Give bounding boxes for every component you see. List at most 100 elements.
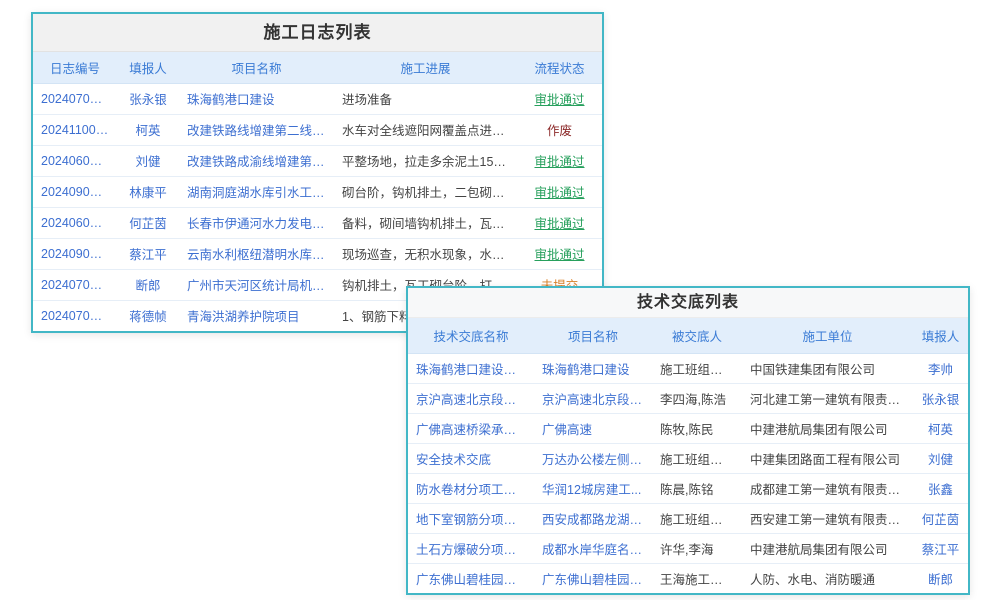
log-reporter-link[interactable]: 断郎 bbox=[117, 269, 179, 300]
disclosure-project-link[interactable]: 京沪高速北京段维修 bbox=[534, 383, 652, 413]
log-progress-text: 平整场地，拉走多余泥土15辆... bbox=[334, 145, 517, 176]
disclosure-reporter-link[interactable]: 柯英 bbox=[913, 413, 968, 443]
log-progress-text: 砌台阶，钩机排土，二包砌间... bbox=[334, 176, 517, 207]
disclosure-unit-text: 中建港航局集团有限公司 bbox=[742, 413, 913, 443]
disclosure-name-link[interactable]: 珠海鹤港口建设抗浮... bbox=[408, 353, 534, 383]
log-project-link[interactable]: 云南水利枢纽潜明水库一... bbox=[179, 238, 334, 269]
disclosure-unit-text: 西安建工第一建筑有限责任公司 bbox=[742, 503, 913, 533]
log-progress-text: 水车对全线遮阳网覆盖点进行... bbox=[334, 114, 517, 145]
disclosure-col-recipient: 被交底人 bbox=[652, 318, 742, 353]
table-row: 2024060005 何芷茵 长春市伊通河水力发电厂... 备料，砌间墙钩机排土… bbox=[33, 207, 602, 238]
log-id-link[interactable]: 2024070011 bbox=[33, 83, 117, 114]
log-status-badge[interactable]: 审批通过 bbox=[517, 145, 602, 176]
table-row: 2024090009 林康平 湖南洞庭湖水库引水工程... 砌台阶，钩机排土，二… bbox=[33, 176, 602, 207]
disclosure-unit-text: 人防、水电、消防暖通 bbox=[742, 563, 913, 593]
log-project-link[interactable]: 改建铁路线增建第二线直... bbox=[179, 114, 334, 145]
log-project-link[interactable]: 改建铁路成渝线增建第二... bbox=[179, 145, 334, 176]
log-progress-text: 现场巡查，无积水现象，水马... bbox=[334, 238, 517, 269]
disclosure-reporter-link[interactable]: 刘健 bbox=[913, 443, 968, 473]
log-project-link[interactable]: 广州市天河区统计局机房... bbox=[179, 269, 334, 300]
log-reporter-link[interactable]: 张永银 bbox=[117, 83, 179, 114]
log-id-link[interactable]: 2024060005 bbox=[33, 207, 117, 238]
disclosure-unit-text: 中建港航局集团有限公司 bbox=[742, 533, 913, 563]
disclosure-name-link[interactable]: 广佛高速桥梁承台施... bbox=[408, 413, 534, 443]
log-col-status: 流程状态 bbox=[517, 52, 602, 83]
log-id-link[interactable]: 2024070009 bbox=[33, 300, 117, 331]
log-id-link[interactable]: 2024070011 bbox=[33, 269, 117, 300]
disclosure-recipient-text: 许华,李海 bbox=[652, 533, 742, 563]
log-id-link[interactable]: 2024110002 bbox=[33, 114, 117, 145]
disclosure-recipient-text: 施工班组带班班... bbox=[652, 443, 742, 473]
disclosure-table-body: 珠海鹤港口建设抗浮... 珠海鹤港口建设 施工班组带班班... 中国铁建集团有限… bbox=[408, 353, 968, 593]
disclosure-unit-text: 中建集团路面工程有限公司 bbox=[742, 443, 913, 473]
disclosure-col-unit: 施工单位 bbox=[742, 318, 913, 353]
log-table-header-row: 日志编号 填报人 项目名称 施工进展 流程状态 bbox=[33, 52, 602, 83]
disclosure-project-link[interactable]: 西安成都路龙湖上... bbox=[534, 503, 652, 533]
log-status-badge[interactable]: 审批通过 bbox=[517, 83, 602, 114]
disclosure-unit-text: 河北建工第一建筑有限责任公司 bbox=[742, 383, 913, 413]
log-reporter-link[interactable]: 蒋德帧 bbox=[117, 300, 179, 331]
log-col-id: 日志编号 bbox=[33, 52, 117, 83]
disclosure-recipient-text: 李四海,陈浩 bbox=[652, 383, 742, 413]
table-row: 安全技术交底 万达办公楼左侧A... 施工班组带班班... 中建集团路面工程有限… bbox=[408, 443, 968, 473]
disclosure-project-link[interactable]: 广东佛山碧桂园项目 bbox=[534, 563, 652, 593]
table-row: 珠海鹤港口建设抗浮... 珠海鹤港口建设 施工班组带班班... 中国铁建集团有限… bbox=[408, 353, 968, 383]
disclosure-recipient-text: 施工班组带班班... bbox=[652, 353, 742, 383]
log-reporter-link[interactable]: 何芷茵 bbox=[117, 207, 179, 238]
log-project-link[interactable]: 珠海鹤港口建设 bbox=[179, 83, 334, 114]
table-row: 2024060006 刘健 改建铁路成渝线增建第二... 平整场地，拉走多余泥土… bbox=[33, 145, 602, 176]
log-id-link[interactable]: 2024090009 bbox=[33, 238, 117, 269]
log-status-badge[interactable]: 审批通过 bbox=[517, 238, 602, 269]
log-project-link[interactable]: 青海洪湖养护院项目 bbox=[179, 300, 334, 331]
log-id-link[interactable]: 2024060006 bbox=[33, 145, 117, 176]
disclosure-name-link[interactable]: 安全技术交底 bbox=[408, 443, 534, 473]
table-row: 土石方爆破分项工程... 成都水岸华庭名苑... 许华,李海 中建港航局集团有限… bbox=[408, 533, 968, 563]
disclosure-reporter-link[interactable]: 断郎 bbox=[913, 563, 968, 593]
table-row: 2024110002 柯英 改建铁路线增建第二线直... 水车对全线遮阳网覆盖点… bbox=[33, 114, 602, 145]
log-reporter-link[interactable]: 刘健 bbox=[117, 145, 179, 176]
log-col-project: 项目名称 bbox=[179, 52, 334, 83]
disclosure-unit-text: 中国铁建集团有限公司 bbox=[742, 353, 913, 383]
table-row: 防水卷材分项工程施... 华润12城房建工... 陈晨,陈铭 成都建工第一建筑有… bbox=[408, 473, 968, 503]
disclosure-name-link[interactable]: 广东佛山碧桂园项目... bbox=[408, 563, 534, 593]
log-status-badge[interactable]: 审批通过 bbox=[517, 176, 602, 207]
log-status-badge[interactable]: 审批通过 bbox=[517, 207, 602, 238]
disclosure-name-link[interactable]: 地下室钢筋分项工程... bbox=[408, 503, 534, 533]
log-panel-title: 施工日志列表 bbox=[33, 14, 602, 52]
disclosure-table-header-row: 技术交底名称 项目名称 被交底人 施工单位 填报人 bbox=[408, 318, 968, 353]
table-row: 广佛高速桥梁承台施... 广佛高速 陈牧,陈民 中建港航局集团有限公司 柯英 bbox=[408, 413, 968, 443]
disclosure-col-reporter: 填报人 bbox=[913, 318, 968, 353]
disclosure-reporter-link[interactable]: 张鑫 bbox=[913, 473, 968, 503]
disclosure-name-link[interactable]: 防水卷材分项工程施... bbox=[408, 473, 534, 503]
table-row: 京沪高速北京段维修... 京沪高速北京段维修 李四海,陈浩 河北建工第一建筑有限… bbox=[408, 383, 968, 413]
disclosure-recipient-text: 王海施工队全队 bbox=[652, 563, 742, 593]
log-reporter-link[interactable]: 林康平 bbox=[117, 176, 179, 207]
construction-log-panel: 施工日志列表 日志编号 填报人 项目名称 施工进展 流程状态 202407001… bbox=[31, 12, 604, 333]
disclosure-recipient-text: 陈晨,陈铭 bbox=[652, 473, 742, 503]
disclosure-unit-text: 成都建工第一建筑有限责任公司 bbox=[742, 473, 913, 503]
disclosure-reporter-link[interactable]: 李帅 bbox=[913, 353, 968, 383]
disclosure-project-link[interactable]: 成都水岸华庭名苑... bbox=[534, 533, 652, 563]
log-id-link[interactable]: 2024090009 bbox=[33, 176, 117, 207]
disclosure-project-link[interactable]: 广佛高速 bbox=[534, 413, 652, 443]
table-row: 2024090009 蔡江平 云南水利枢纽潜明水库一... 现场巡查，无积水现象… bbox=[33, 238, 602, 269]
log-project-link[interactable]: 湖南洞庭湖水库引水工程... bbox=[179, 176, 334, 207]
log-reporter-link[interactable]: 蔡江平 bbox=[117, 238, 179, 269]
log-status-badge[interactable]: 作废 bbox=[517, 114, 602, 145]
disclosure-reporter-link[interactable]: 何芷茵 bbox=[913, 503, 968, 533]
disclosure-col-name: 技术交底名称 bbox=[408, 318, 534, 353]
disclosure-name-link[interactable]: 土石方爆破分项工程... bbox=[408, 533, 534, 563]
log-col-progress: 施工进展 bbox=[334, 52, 517, 83]
disclosure-name-link[interactable]: 京沪高速北京段维修... bbox=[408, 383, 534, 413]
log-reporter-link[interactable]: 柯英 bbox=[117, 114, 179, 145]
table-row: 广东佛山碧桂园项目... 广东佛山碧桂园项目 王海施工队全队 人防、水电、消防暖… bbox=[408, 563, 968, 593]
disclosure-reporter-link[interactable]: 张永银 bbox=[913, 383, 968, 413]
disclosure-recipient-text: 施工班组带班班... bbox=[652, 503, 742, 533]
disclosure-reporter-link[interactable]: 蔡江平 bbox=[913, 533, 968, 563]
log-project-link[interactable]: 长春市伊通河水力发电厂... bbox=[179, 207, 334, 238]
table-row: 2024070011 张永银 珠海鹤港口建设 进场准备 审批通过 bbox=[33, 83, 602, 114]
disclosure-project-link[interactable]: 珠海鹤港口建设 bbox=[534, 353, 652, 383]
disclosure-project-link[interactable]: 万达办公楼左侧A... bbox=[534, 443, 652, 473]
disclosure-project-link[interactable]: 华润12城房建工... bbox=[534, 473, 652, 503]
log-progress-text: 备料，砌间墙钩机排土，瓦工... bbox=[334, 207, 517, 238]
